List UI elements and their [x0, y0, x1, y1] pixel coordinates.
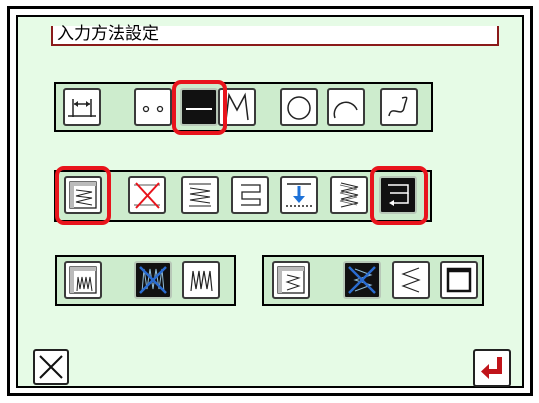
enter-icon [481, 357, 502, 379]
border-zigzag-icon [401, 267, 421, 293]
no-border-icon [348, 266, 376, 294]
border-box-icon [446, 267, 472, 293]
no-stitch-icon [139, 266, 167, 294]
border-pattern-button[interactable] [272, 261, 310, 299]
close-icon [39, 355, 63, 379]
title-bar: 入力方法設定 [51, 24, 499, 46]
border-zigzag-button[interactable] [392, 261, 430, 299]
no-fill-icon [134, 182, 160, 209]
stitch-w-icon [190, 270, 213, 292]
circle-button[interactable] [280, 88, 318, 126]
zigzag-icon [225, 92, 249, 121]
no-border-button[interactable] [343, 261, 381, 299]
arc-button[interactable] [327, 88, 365, 126]
fill-return-icon [388, 184, 409, 206]
stitch-pattern-icon [69, 266, 97, 294]
fill-step-button[interactable] [231, 176, 269, 214]
stitch-w-button[interactable] [182, 261, 220, 299]
range-button[interactable] [63, 88, 101, 126]
input-method-settings-screen: 入力方法設定 [0, 0, 539, 403]
no-fill-button[interactable] [128, 176, 166, 214]
fill-zigzag-button[interactable] [330, 176, 368, 214]
zigzag-button[interactable] [218, 88, 256, 126]
point-icon [142, 105, 164, 113]
fill-return-button[interactable] [379, 176, 417, 214]
cancel-button[interactable] [33, 349, 69, 385]
arc-icon [333, 101, 358, 119]
fill-insert-button[interactable] [280, 176, 318, 214]
fill-step-icon [241, 184, 261, 206]
border-box-button[interactable] [440, 261, 478, 299]
fill-insert-icon [286, 183, 312, 207]
fill-diagonal-icon [189, 183, 211, 207]
curve-icon [388, 96, 408, 117]
enter-button[interactable] [473, 349, 511, 387]
circle-icon [287, 96, 311, 120]
range-icon [68, 99, 96, 117]
border-pattern-icon [277, 266, 305, 294]
line-icon [186, 108, 212, 110]
no-stitch-button[interactable] [134, 261, 172, 299]
fill-diagonal-button[interactable] [181, 176, 219, 214]
fill-pattern-icon [69, 181, 97, 209]
curve-button[interactable] [380, 88, 418, 126]
fill-pattern-button[interactable] [64, 176, 102, 214]
stitch-pattern-button[interactable] [64, 261, 102, 299]
point-button[interactable] [134, 88, 172, 126]
line-button[interactable] [180, 88, 218, 126]
fill-zigzag-icon [339, 182, 359, 208]
page-title: 入力方法設定 [57, 24, 159, 44]
